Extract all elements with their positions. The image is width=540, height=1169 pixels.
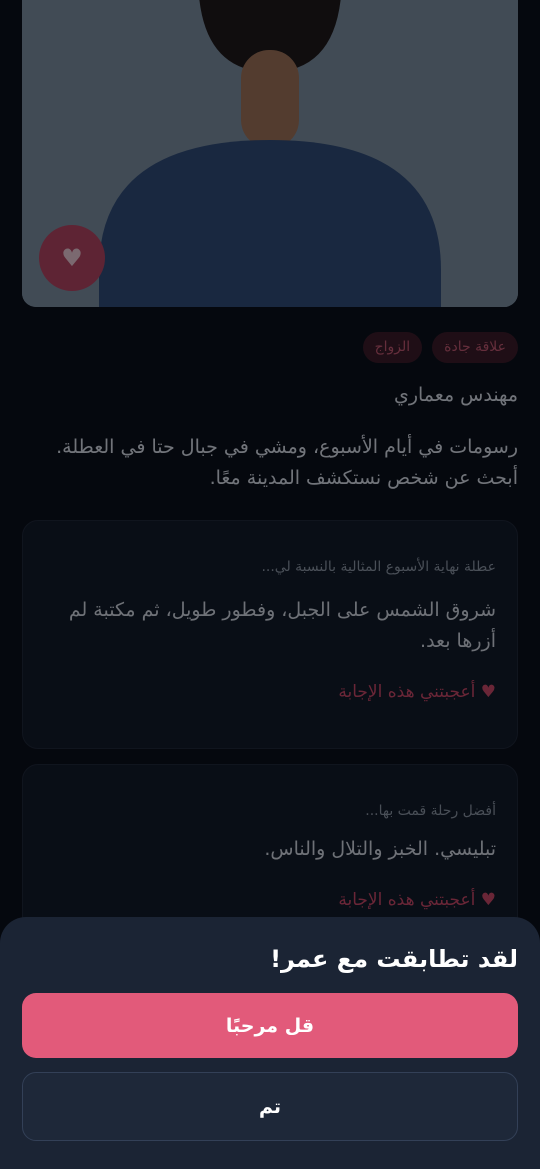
match-bottom-sheet: لقد تطابقت مع عمر! قل مرحبًا تم <box>0 917 540 1169</box>
prompt-question: أفضل رحلة قمت بها... <box>365 803 496 819</box>
prompt-question: عطلة نهاية الأسبوع المثالية بالنسبة لي..… <box>261 559 496 575</box>
prompt-answer: تبليسي. الخبز والتلال والناس. <box>264 838 496 860</box>
tag-serious-relationship: علاقة جادة <box>432 332 518 363</box>
prompt-card: عطلة نهاية الأسبوع المثالية بالنسبة لي..… <box>22 520 518 749</box>
say-hello-button[interactable]: قل مرحبًا <box>22 993 518 1058</box>
like-answer-button[interactable]: ♥ أعجبتني هذه الإجابة <box>44 682 496 702</box>
match-title: لقد تطابقت مع عمر! <box>270 945 518 973</box>
heart-icon: ♥ <box>61 244 83 272</box>
profile-screen: علاقة جادة الزواج مهندس معماري رسومات في… <box>0 0 540 1169</box>
tag-marriage: الزواج <box>362 332 423 363</box>
job-title: مهندس معماري <box>393 384 518 406</box>
tag-list: علاقة جادة الزواج <box>362 332 518 363</box>
like-answer-button[interactable]: ♥ أعجبتني هذه الإجابة <box>44 890 496 910</box>
like-profile-button[interactable]: ♥ <box>39 225 105 291</box>
done-button[interactable]: تم <box>22 1072 518 1141</box>
bio-text: رسومات في أيام الأسبوع، ومشي في جبال حتا… <box>56 436 518 489</box>
prompt-answer: شروق الشمس على الجبل، وفطور طويل، ثم مكت… <box>68 599 496 652</box>
